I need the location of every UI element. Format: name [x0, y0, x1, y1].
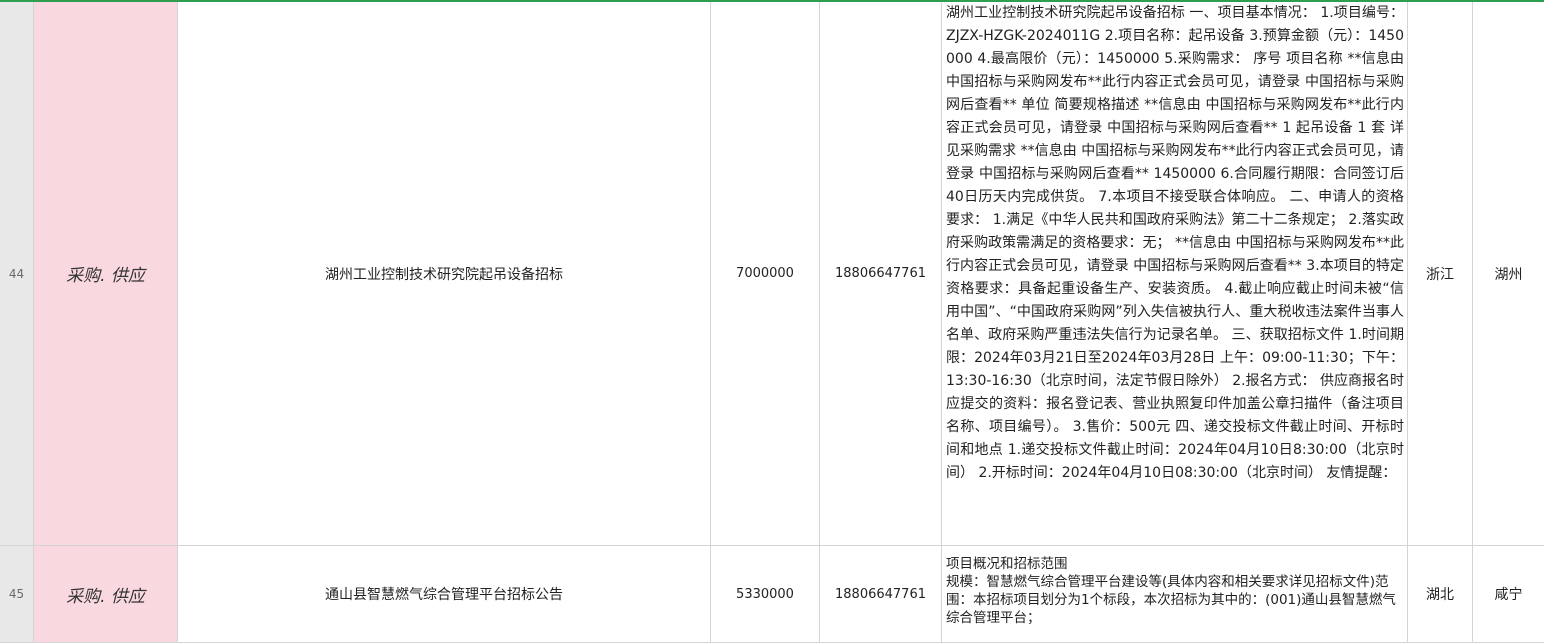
title-cell[interactable]: 湖州工业控制技术研究院起吊设备招标	[178, 2, 711, 545]
description-text: 项目概况和招标范围 规模：智慧燃气综合管理平台建设等(具体内容和相关要求详见招标…	[946, 556, 1396, 626]
category-cell[interactable]: 采购. 供应	[34, 2, 178, 545]
province-cell[interactable]: 浙江	[1408, 2, 1473, 545]
spreadsheet-grid: 44 采购. 供应 湖州工业控制技术研究院起吊设备招标 7000000 1880…	[0, 2, 1544, 643]
title-cell[interactable]: 通山县智慧燃气综合管理平台招标公告	[178, 546, 711, 642]
row-number-header[interactable]: 44	[0, 2, 34, 545]
amount-cell[interactable]: 5330000	[711, 546, 820, 642]
city-cell[interactable]: 咸宁	[1473, 546, 1544, 642]
table-row: 44 采购. 供应 湖州工业控制技术研究院起吊设备招标 7000000 1880…	[0, 2, 1544, 546]
amount-cell[interactable]: 7000000	[711, 2, 820, 545]
phone-cell[interactable]: 18806647761	[820, 546, 942, 642]
description-text: 湖州工业控制技术研究院起吊设备招标 一、项目基本情况： 1.项目编号：ZJZX-…	[946, 5, 1404, 481]
category-cell[interactable]: 采购. 供应	[34, 546, 178, 642]
description-cell[interactable]: 湖州工业控制技术研究院起吊设备招标 一、项目基本情况： 1.项目编号：ZJZX-…	[942, 2, 1408, 545]
description-cell[interactable]: 项目概况和招标范围 规模：智慧燃气综合管理平台建设等(具体内容和相关要求详见招标…	[942, 546, 1408, 642]
province-cell[interactable]: 湖北	[1408, 546, 1473, 642]
row-number-header[interactable]: 45	[0, 546, 34, 642]
phone-cell[interactable]: 18806647761	[820, 2, 942, 545]
table-row: 45 采购. 供应 通山县智慧燃气综合管理平台招标公告 5330000 1880…	[0, 546, 1544, 643]
city-cell[interactable]: 湖州	[1473, 2, 1544, 545]
